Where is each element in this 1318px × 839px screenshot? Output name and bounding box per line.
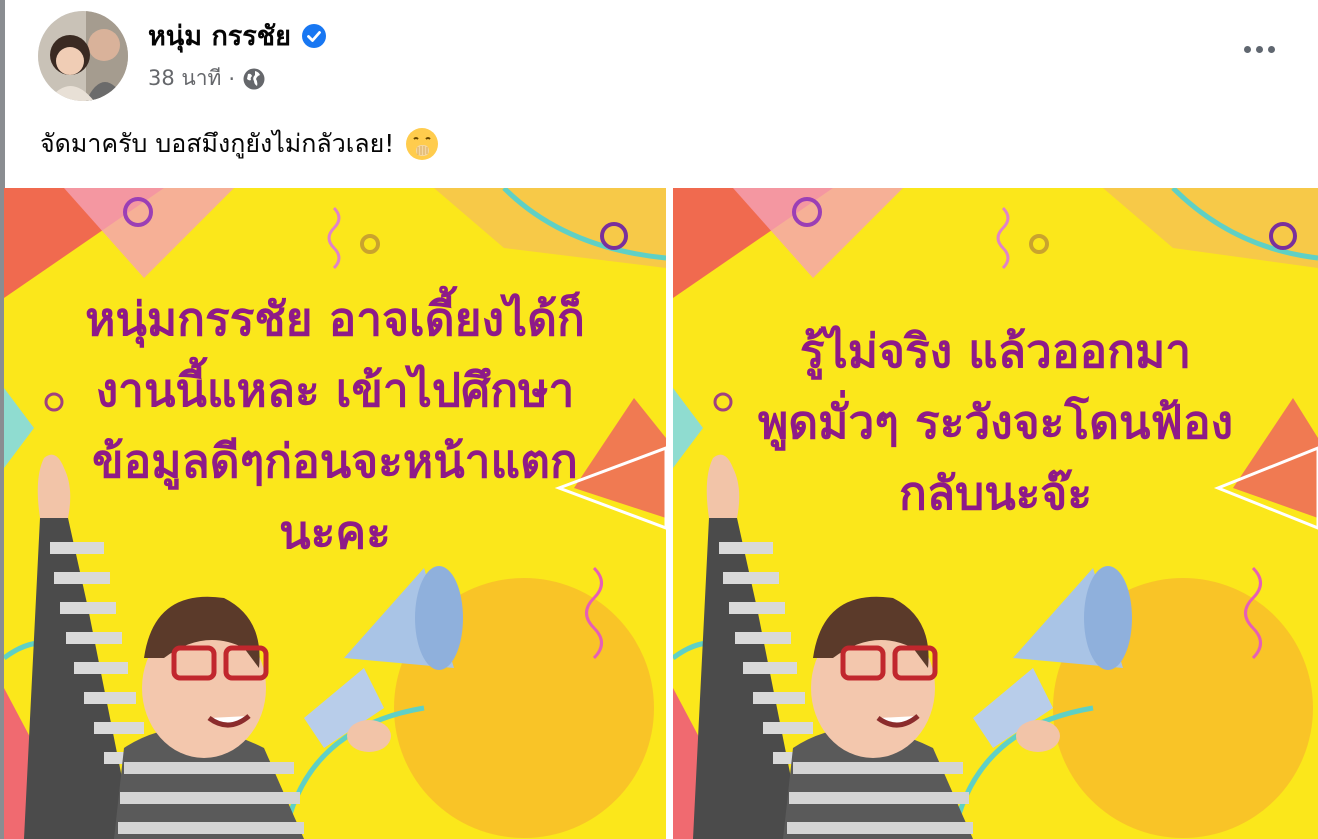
post-caption: จัดมาครับ บอสมึงกูยังไม่กลัวเลย!	[40, 124, 440, 164]
dot	[1255, 45, 1263, 53]
face-with-hand-over-mouth-emoji	[404, 126, 440, 162]
dot	[1267, 45, 1275, 53]
image-text-line: นะคะ	[279, 505, 391, 559]
image-text-line: งานนี้แหละ เข้าไปศึกษา	[95, 363, 575, 417]
post-image-1[interactable]: หนุ่มกรรชัย อาจเดี้ยงได้ก็ งานนี้แหละ เข…	[4, 188, 666, 839]
image-text-line: พูดมั่วๆ ระวังจะโดนฟ้อง	[757, 395, 1234, 449]
post-image-2[interactable]: รู้ไม่จริง แล้วออกมา พูดมั่วๆ ระวังจะโดน…	[673, 188, 1318, 839]
image-text-line: รู้ไม่จริง แล้วออกมา	[799, 324, 1192, 378]
author-row: หนุ่ม กรรชัย	[148, 14, 327, 57]
globe-icon[interactable]	[242, 67, 266, 91]
author-name[interactable]: หนุ่ม กรรชัย	[148, 14, 291, 57]
meta-separator: ·	[228, 66, 236, 91]
image-text-line: หนุ่มกรรชัย อาจเดี้ยงได้ก็	[85, 292, 585, 346]
post-timestamp[interactable]: 38 นาที	[148, 62, 221, 95]
caption-text: จัดมาครับ บอสมึงกูยังไม่กลัวเลย!	[40, 129, 395, 158]
verified-badge-icon	[301, 23, 327, 49]
image-1-text: หนุ่มกรรชัย อาจเดี้ยงได้ก็ งานนี้แหละ เข…	[4, 284, 666, 568]
post-meta: 38 นาที ·	[148, 62, 266, 95]
image-2-text: รู้ไม่จริง แล้วออกมา พูดมั่วๆ ระวังจะโดน…	[673, 316, 1318, 529]
more-options-icon[interactable]	[1233, 32, 1285, 66]
image-text-line: ข้อมูลดีๆก่อนจะหน้าแตก	[92, 434, 578, 488]
author-avatar[interactable]	[38, 11, 128, 101]
image-text-line: กลับนะจ๊ะ	[898, 466, 1093, 520]
dot	[1243, 45, 1251, 53]
